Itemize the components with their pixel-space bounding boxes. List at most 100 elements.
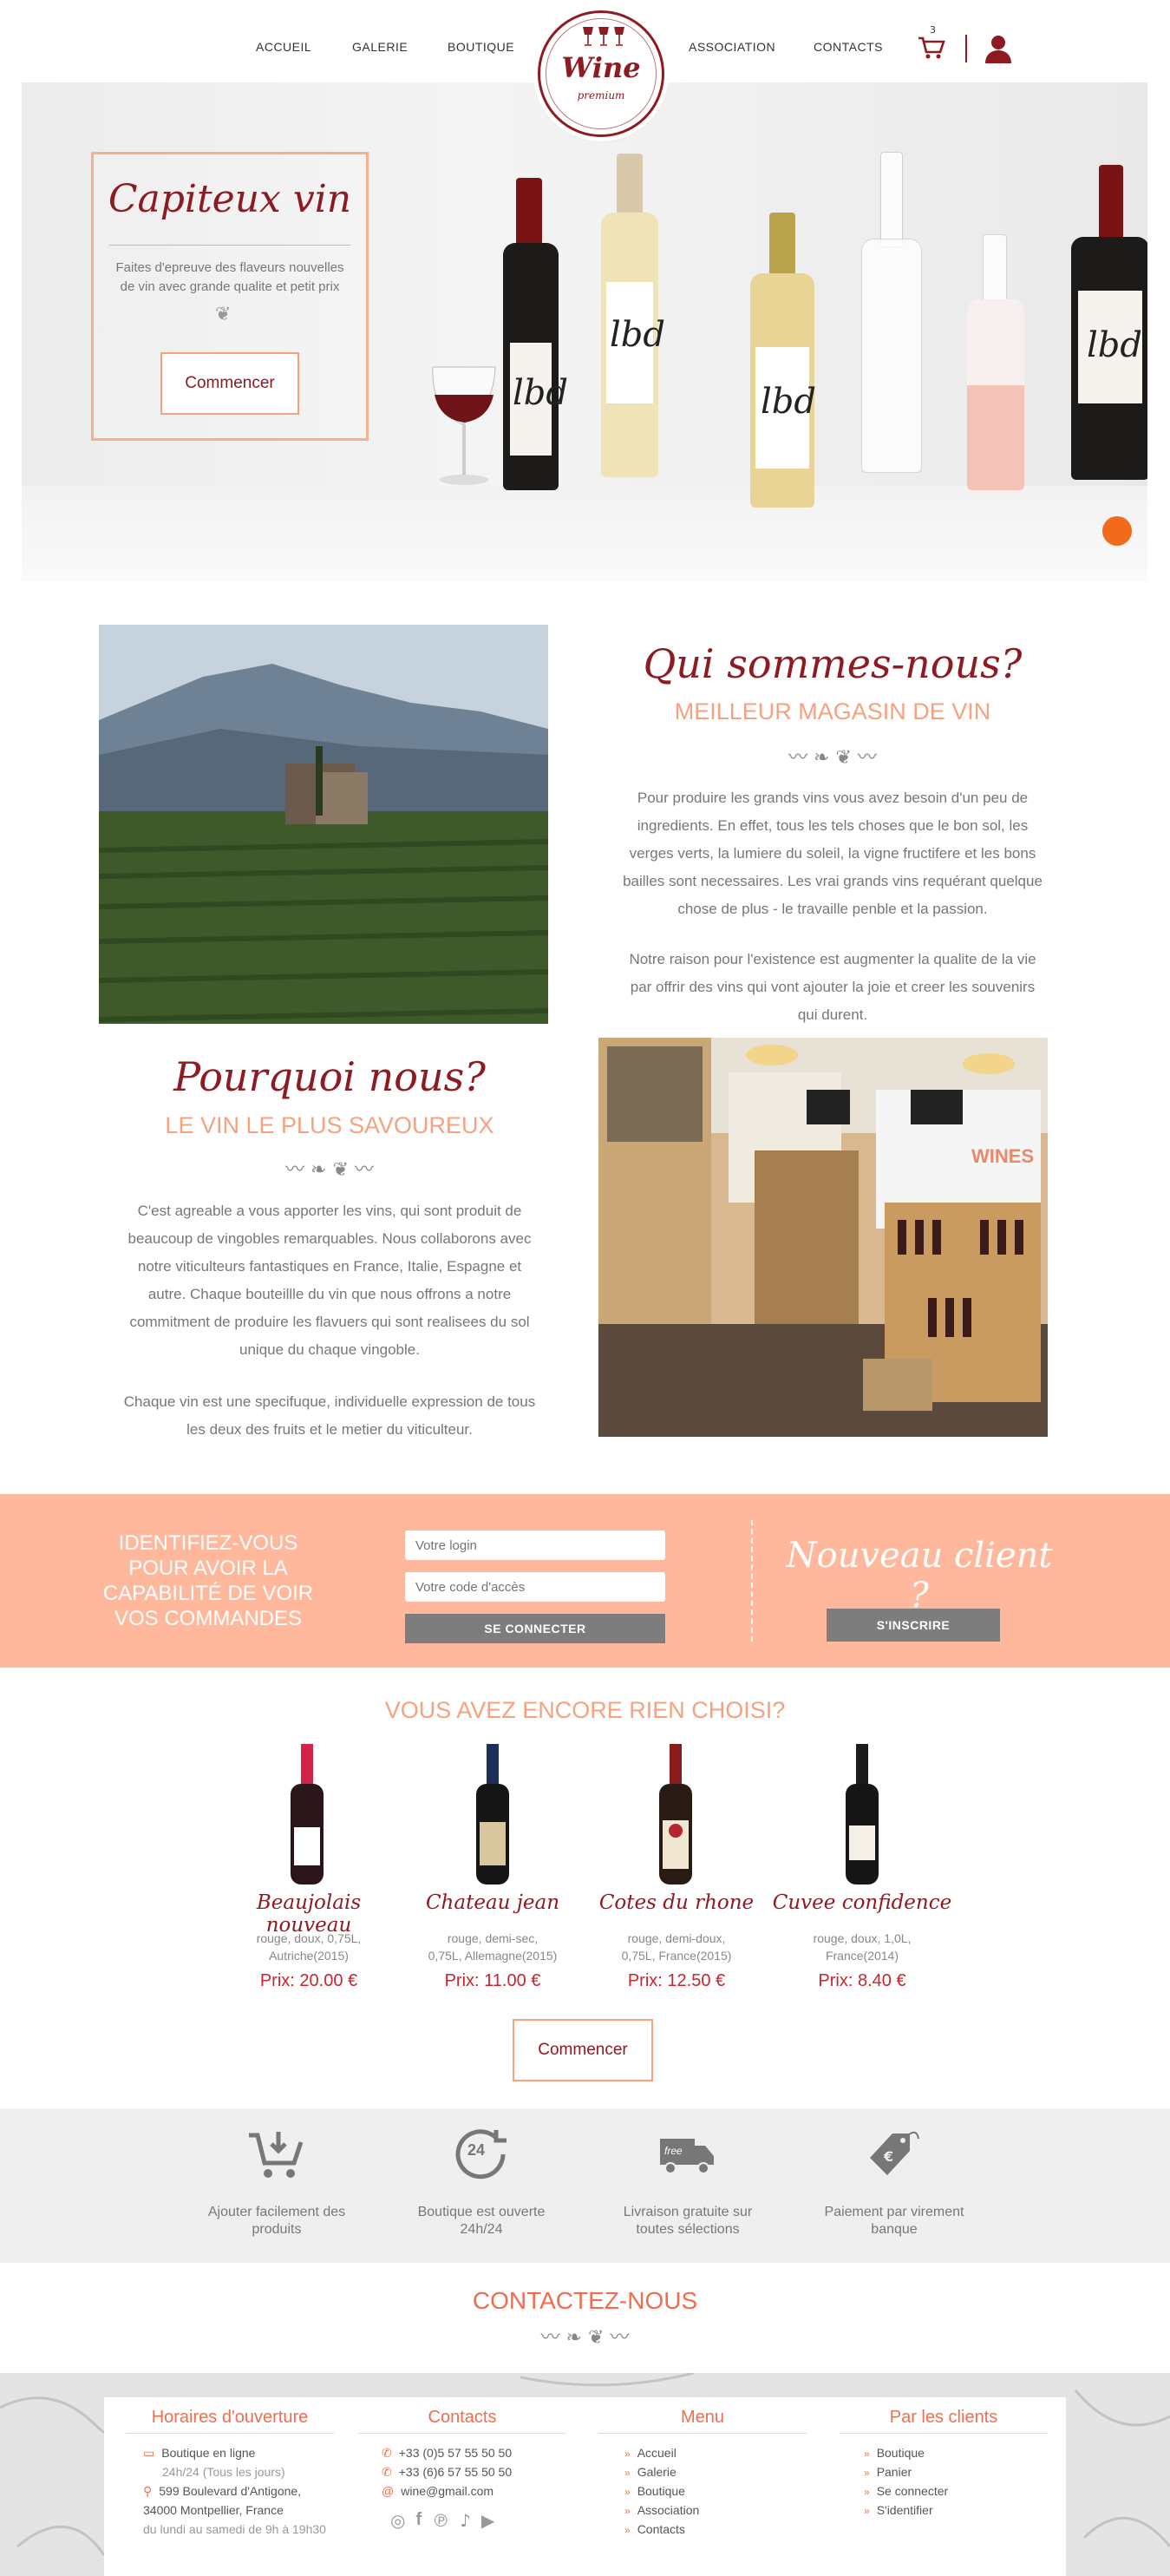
product-price: Prix: 12.50 €: [627, 1971, 726, 1990]
footer-menu-link[interactable]: » Association: [624, 2503, 699, 2517]
truck-icon: free: [652, 2124, 722, 2185]
about-title: Qui sommes-nous?: [643, 640, 1023, 687]
login-heading: IDENTIFIEZ-VOUS POUR AVOIR LA CAPABILITÉ D…: [102, 1531, 314, 1630]
footer-phone[interactable]: ✆ +33 (0)5 57 55 50 50: [382, 2446, 512, 2461]
footer-card: Horaires d'ouverture ▭ Boutique en ligne …: [104, 2397, 1066, 2576]
pinterest-icon[interactable]: ℗: [432, 2510, 449, 2531]
contact-leaves-icon: 〰 ❧ ❦ 〰: [540, 2327, 630, 2349]
cart-add-icon: [241, 2124, 310, 2185]
login-input[interactable]: [405, 1531, 665, 1560]
footer-hours-line: ▭ Boutique en ligne: [143, 2446, 256, 2460]
footer-hours-title: Horaires d'ouverture: [126, 2408, 334, 2434]
logo-subtitle: premium: [577, 89, 625, 102]
price-tag-icon: €: [859, 2124, 928, 2185]
feature-text: Boutique est ouverte 24h/24: [417, 2205, 546, 2237]
footer-hours-line: du lundi au samedi de 9h à 19h30: [143, 2522, 326, 2536]
about-paragraph-2: Notre raison pour l'existence est augmen…: [629, 951, 1036, 1023]
footer-address-line: ⚲ 599 Boulevard d'Antigone,: [143, 2484, 302, 2498]
store-sign: WINES: [971, 1145, 1035, 1167]
brand-logo[interactable]: Wine premium: [538, 10, 664, 137]
product-desc: rouge, doux, 1,0L, France(2014): [813, 1931, 912, 1963]
footer-client-link[interactable]: » Se connecter: [864, 2484, 948, 2498]
hero-start-button[interactable]: Commencer: [160, 352, 299, 415]
why-leaves-icon: 〰 ❧ ❦ 〰: [285, 1159, 374, 1181]
access-code-input[interactable]: [405, 1572, 665, 1602]
footer-hours-line: 24h/24 (Tous les jours): [162, 2465, 285, 2479]
product-name[interactable]: Cotes du rhone: [581, 1891, 772, 1914]
product-desc: rouge, doux, 0,75L, Autriche(2015): [256, 1931, 362, 1963]
products-start-button[interactable]: Commencer: [513, 2019, 653, 2081]
nav-galerie[interactable]: GALERIE: [352, 40, 408, 54]
user-icon[interactable]: [984, 33, 1013, 64]
twitter-icon[interactable]: ♪: [460, 2510, 471, 2531]
footer-menu-link[interactable]: » Contacts: [624, 2522, 685, 2536]
product-name[interactable]: Cuvee confidence: [767, 1891, 958, 1914]
hero-divider: [109, 245, 350, 246]
svg-text:€: €: [883, 2148, 893, 2165]
hero-table: [22, 486, 1147, 581]
nav-accueil[interactable]: ACCUEIL: [256, 40, 311, 54]
feature-text: Paiement par virement banque: [824, 2205, 964, 2237]
feature-text: Livraison gratuite sur toutes sélections: [623, 2205, 753, 2237]
product-desc: rouge, demi-sec, 0,75L, Allemagne(2015): [428, 1931, 558, 1963]
bottle-image: [656, 1744, 696, 1884]
hero-banner: Capiteux vin Faites d'epreuve des flaveu…: [22, 82, 1147, 581]
nav-divider: [965, 35, 967, 62]
footer-phone[interactable]: ✆ +33 (6)6 57 55 50 50: [382, 2465, 512, 2480]
instagram-icon[interactable]: ◎: [390, 2510, 405, 2531]
footer-email[interactable]: @ wine@gmail.com: [382, 2484, 493, 2498]
register-button[interactable]: S'INSCRIRE: [827, 1609, 1000, 1642]
contact-heading: CONTACTEZ-NOUS: [472, 2287, 698, 2314]
product-price: Prix: 20.00 €: [259, 1971, 358, 1990]
nav-boutique[interactable]: BOUTIQUE: [448, 40, 514, 54]
product-name[interactable]: Chateau jean: [397, 1891, 588, 1914]
hero-text: Faites d'epreuve des flaveurs nouvelles d…: [115, 260, 344, 294]
bottle-image: [842, 1744, 882, 1884]
about-subtitle: MEILLEUR MAGASIN DE VIN: [674, 698, 991, 724]
why-paragraph-1: C'est agreable a vous apporter les vins,…: [127, 1203, 532, 1358]
cart-icon[interactable]: [917, 33, 946, 61]
grapes-icon: ❦: [215, 304, 232, 325]
nav-contacts[interactable]: CONTACTS: [814, 40, 883, 54]
footer-menu-link[interactable]: » Boutique: [624, 2484, 685, 2498]
product-price: Prix: 8.40 €: [818, 1971, 906, 1990]
social-icons: ◎ f ℗ ♪ ▶: [390, 2510, 494, 2531]
bottle-image: [287, 1744, 327, 1884]
about-paragraph-1: Pour produire les grands vins vous avez …: [623, 790, 1043, 917]
login-band: IDENTIFIEZ-VOUS POUR AVOIR LA CAPABILITÉ D…: [0, 1494, 1170, 1668]
footer: Horaires d'ouverture ▭ Boutique en ligne …: [0, 2373, 1170, 2576]
logo-title: Wine: [561, 51, 641, 84]
product-price: Prix: 11.00 €: [444, 1971, 541, 1990]
cart-count: 3: [930, 24, 936, 36]
wine-glasses-icon: [579, 25, 628, 48]
facebook-icon[interactable]: f: [415, 2510, 422, 2531]
new-client-title: Nouveau client ?: [786, 1536, 1053, 1616]
wine-store-image: WINES: [598, 1038, 1048, 1437]
why-paragraph-2: Chaque vin est une specifuque, individue…: [123, 1393, 536, 1438]
connect-button[interactable]: SE CONNECTER: [405, 1614, 665, 1643]
nav-association[interactable]: ASSOCIATION: [689, 40, 775, 54]
footer-address-line: 34000 Montpellier, France: [143, 2503, 284, 2517]
wine-glass-image: [428, 358, 502, 488]
products-heading: VOUS AVEZ ENCORE RIEN CHOISI?: [384, 1697, 786, 1723]
bottle-image: [473, 1744, 513, 1884]
footer-menu-link[interactable]: » Accueil: [624, 2446, 677, 2460]
features-band: Ajouter facilement des produits 24 Boutiq…: [0, 2108, 1170, 2263]
footer-clients-title: Par les clients: [840, 2408, 1048, 2434]
orange-fruit: [1102, 516, 1132, 546]
hero-title: Capiteux vin: [108, 177, 352, 221]
footer-client-link[interactable]: » S'identifier: [864, 2503, 933, 2517]
why-title: Pourquoi nous?: [173, 1053, 486, 1100]
footer-client-link[interactable]: » Boutique: [864, 2446, 925, 2460]
band-divider: [751, 1520, 753, 1642]
youtube-icon[interactable]: ▶: [481, 2510, 494, 2531]
footer-menu-title: Menu: [598, 2408, 807, 2434]
clock-24-icon: 24: [447, 2124, 516, 2185]
why-subtitle: LE VIN LE PLUS SAVOUREUX: [165, 1112, 494, 1138]
footer-menu-link[interactable]: » Galerie: [624, 2465, 677, 2479]
feature-text: Ajouter facilement des produits: [207, 2205, 346, 2237]
vineyard-image: [99, 625, 548, 1024]
about-leaves-icon: 〰 ❧ ❦ 〰: [788, 747, 877, 769]
hero-card: Capiteux vin Faites d'epreuve des flaveu…: [91, 152, 369, 441]
footer-client-link[interactable]: » Panier: [864, 2465, 912, 2479]
